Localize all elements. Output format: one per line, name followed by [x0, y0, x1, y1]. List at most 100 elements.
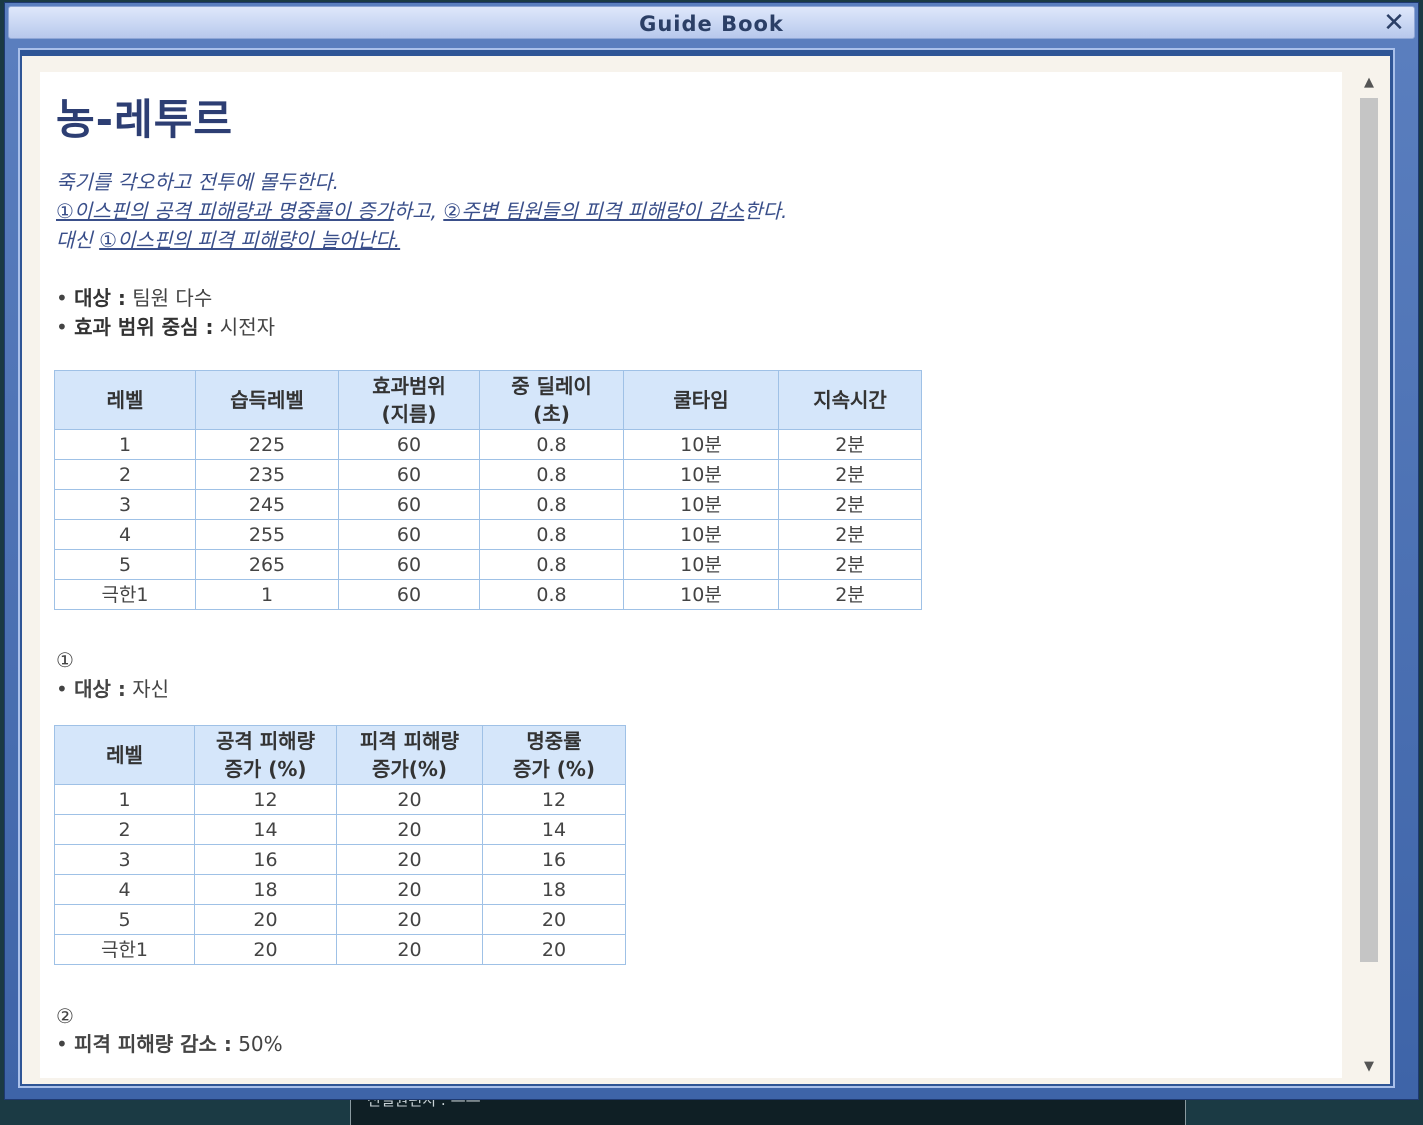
window-title: Guide Book — [639, 12, 784, 36]
table-cell: 2분 — [778, 489, 922, 520]
table-cell: 0.8 — [479, 519, 624, 550]
table-cell: 60 — [338, 489, 480, 520]
table-cell: 2분 — [778, 519, 922, 550]
table-cell: 235 — [195, 459, 339, 490]
bullet-value: 자신 — [125, 677, 170, 701]
description-line-1: 죽기를 각오하고 전투에 몰두한다. — [56, 170, 340, 194]
close-icon: ✕ — [1383, 8, 1405, 38]
section-1-mark: ① — [56, 648, 74, 672]
table-cell: 2분 — [778, 429, 922, 460]
description-line-3: 대신 ①이스핀의 피격 피해량이 늘어난다. — [56, 226, 1256, 255]
table-cell: 60 — [338, 519, 480, 550]
bullet-label: 대상 : — [74, 677, 126, 701]
table-row: 극한1 1 60 0.8 10분 2분 — [54, 579, 922, 610]
table-header-row: 레벨 공격 피해량 증가 (%) 피격 피해량 증가(%) 명중률 증가 (%) — [54, 725, 626, 785]
arrow-down-icon: ▼ — [1364, 1059, 1374, 1074]
description-prefix: 대신 — [56, 228, 100, 252]
table-cell: 20 — [336, 844, 483, 875]
table-cell: 18 — [482, 874, 626, 905]
table-cell: 10분 — [623, 549, 779, 580]
table-cell: 20 — [336, 934, 483, 965]
table-cell: 20 — [482, 934, 626, 965]
close-button[interactable]: ✕ — [1380, 9, 1408, 37]
arrow-up-icon: ▲ — [1364, 75, 1374, 90]
table-cell: 2분 — [778, 579, 922, 610]
effect-1-text: ①이스핀의 공격 피해량과 명중률이 증가 — [56, 199, 394, 223]
bullet-area-center: • 효과 범위 중심 : 시전자 — [56, 315, 276, 339]
table-cell: 10분 — [623, 489, 779, 520]
table-header-row: 레벨 습득레벨 효과범위 (지름) 중 딜레이 (초) 쿨타임 지속시간 — [54, 370, 922, 430]
table-cell: 0.8 — [479, 459, 624, 490]
table-cell: 0.8 — [479, 549, 624, 580]
section-1-bullet: • 대상 : 자신 — [56, 677, 170, 701]
title-bar[interactable]: Guide Book ✕ — [8, 6, 1415, 39]
table-cell: 20 — [194, 904, 337, 935]
table-cell: 1 — [54, 429, 196, 460]
table-cell: 16 — [194, 844, 337, 875]
scroll-up-button[interactable]: ▲ — [1356, 72, 1382, 94]
level-table-header-cell: 레벨 — [54, 370, 196, 430]
table-cell: 2분 — [778, 549, 922, 580]
table-cell: 2분 — [778, 459, 922, 490]
description-ending: 한다. — [744, 199, 788, 223]
table-cell: 1 — [195, 579, 339, 610]
table-cell: 0.8 — [479, 489, 624, 520]
effect-2-text: ②주변 팀원들의 피격 피해량이 감소 — [443, 199, 745, 223]
table-cell: 5 — [54, 549, 196, 580]
level-table-header-cell: 습득레벨 — [195, 370, 339, 430]
table-cell: 18 — [194, 874, 337, 905]
table-cell: 60 — [338, 459, 480, 490]
table-cell: 4 — [54, 874, 195, 905]
effect-table-header-cell: 명중률 증가 (%) — [482, 725, 626, 785]
table-cell: 5 — [54, 904, 195, 935]
effect-table-header-cell: 레벨 — [54, 725, 195, 785]
bullet-value: 50% — [231, 1032, 283, 1056]
table-row: 5 20 20 20 — [54, 904, 626, 935]
table-cell: 3 — [54, 844, 195, 875]
bullet-value: 시전자 — [213, 315, 276, 339]
effect-1-penalty-text: ①이스핀의 피격 피해량이 늘어난다. — [99, 228, 401, 252]
table-cell: 14 — [194, 814, 337, 845]
table-cell: 16 — [482, 844, 626, 875]
description-line-2: ①이스핀의 공격 피해량과 명중률이 증가하고, ②주변 팀원들의 피격 피해량… — [56, 197, 1256, 226]
content-area: 농-레투르 죽기를 각오하고 전투에 몰두한다. ①이스핀의 공격 피해량과 명… — [22, 56, 1390, 1084]
table-cell: 12 — [482, 784, 626, 815]
table-row: 3 16 20 16 — [54, 844, 626, 875]
table-cell: 60 — [338, 549, 480, 580]
bullet-target: • 대상 : 팀원 다수 — [56, 286, 213, 310]
skill-bullets: • 대상 : 팀원 다수 • 효과 범위 중심 : 시전자 — [56, 284, 275, 342]
table-cell: 245 — [195, 489, 339, 520]
table-row: 5 265 60 0.8 10분 2분 — [54, 549, 922, 580]
table-row: 3 245 60 0.8 10분 2분 — [54, 489, 922, 520]
table-cell: 60 — [338, 429, 480, 460]
skill-description: 죽기를 각오하고 전투에 몰두한다. ①이스핀의 공격 피해량과 명중률이 증가… — [56, 168, 1256, 255]
level-table-header-cell: 중 딜레이 (초) — [479, 370, 624, 430]
table-cell: 10분 — [623, 459, 779, 490]
level-table-header-cell: 효과범위 (지름) — [338, 370, 480, 430]
table-cell: 20 — [336, 874, 483, 905]
description-connector: 하고, — [393, 199, 444, 223]
table-cell: 극한1 — [54, 579, 196, 610]
table-row: 4 255 60 0.8 10분 2분 — [54, 519, 922, 550]
vertical-scrollbar[interactable]: ▲ ▼ — [1356, 72, 1382, 1078]
table-cell: 0.8 — [479, 429, 624, 460]
table-cell: 2 — [54, 459, 196, 490]
table-cell: 20 — [336, 904, 483, 935]
table-row: 4 18 20 18 — [54, 874, 626, 905]
table-cell: 3 — [54, 489, 196, 520]
table-cell: 4 — [54, 519, 196, 550]
skill-title: 농-레투르 — [56, 95, 233, 144]
table-cell: 0.8 — [479, 579, 624, 610]
table-cell: 20 — [482, 904, 626, 935]
scroll-down-button[interactable]: ▼ — [1356, 1056, 1382, 1078]
table-row: 극한1 20 20 20 — [54, 934, 626, 965]
table-cell: 2 — [54, 814, 195, 845]
effect-table-header-cell: 피격 피해량 증가(%) — [336, 725, 483, 785]
level-table-header-cell: 지속시간 — [778, 370, 922, 430]
table-cell: 20 — [194, 934, 337, 965]
scrollbar-thumb[interactable] — [1360, 98, 1378, 962]
table-cell: 225 — [195, 429, 339, 460]
table-cell: 12 — [194, 784, 337, 815]
table-cell: 극한1 — [54, 934, 195, 965]
section-2-mark: ② — [56, 1004, 74, 1028]
